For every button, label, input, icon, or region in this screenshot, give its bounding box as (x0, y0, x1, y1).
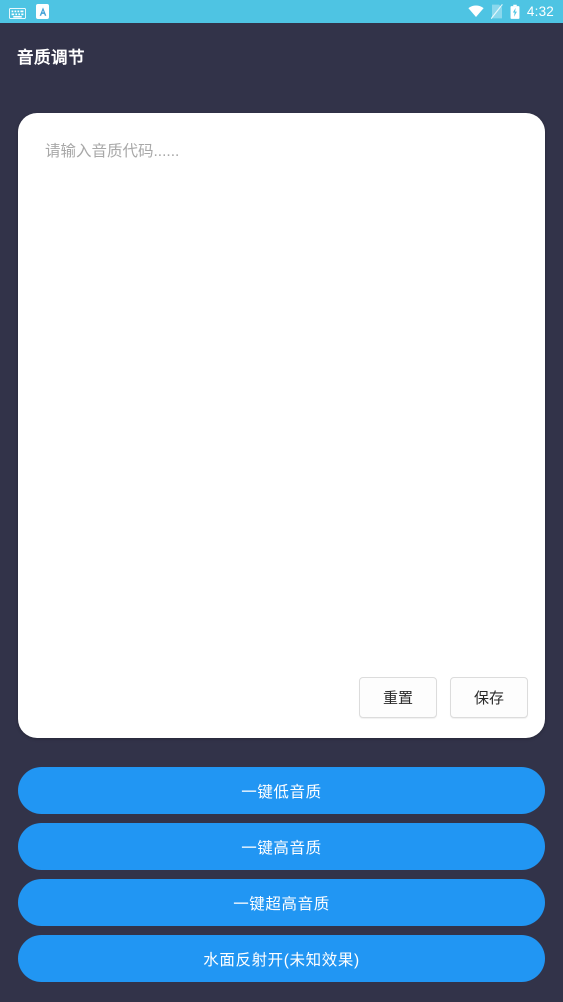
status-bar-left-group (9, 4, 49, 19)
app-bar: 音质调节 (0, 23, 563, 89)
page-title: 音质调节 (17, 49, 85, 67)
app-badge-icon (36, 4, 49, 19)
battery-charging-icon (510, 4, 520, 20)
status-bar-clock: 4:32 (526, 3, 554, 19)
status-bar-right-group: 4:32 (468, 4, 554, 20)
keyboard-icon (9, 6, 26, 19)
sound-code-input[interactable] (45, 140, 518, 658)
preset-low-quality-button[interactable]: 一键低音质 (18, 767, 545, 814)
reset-button[interactable]: 重置 (359, 677, 437, 718)
preset-high-quality-button[interactable]: 一键高音质 (18, 823, 545, 870)
card-action-row: 重置 保存 (359, 677, 528, 718)
sim-card-icon (490, 4, 503, 20)
code-editor-card: 重置 保存 (18, 113, 545, 738)
app-screen: 4:32 音质调节 重置 保存 一键低音质 一键高音质 一键超高音质 水面反射开… (0, 0, 563, 1002)
wifi-icon (468, 5, 484, 18)
save-button[interactable]: 保存 (450, 677, 528, 718)
preset-button-list: 一键低音质 一键高音质 一键超高音质 水面反射开(未知效果) (18, 767, 545, 991)
preset-ultra-high-quality-button[interactable]: 一键超高音质 (18, 879, 545, 926)
water-reflection-on-button[interactable]: 水面反射开(未知效果) (18, 935, 545, 982)
status-bar: 4:32 (0, 0, 563, 23)
